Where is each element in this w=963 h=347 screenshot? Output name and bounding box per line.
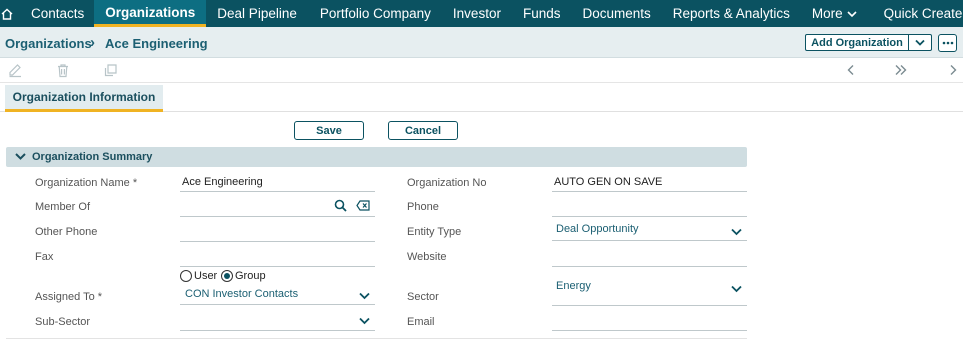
top-nav: Contacts Organizations Deal Pipeline Por… <box>0 0 963 27</box>
delete-icon[interactable] <box>55 62 71 78</box>
nav-label: Portfolio Company <box>319 6 431 21</box>
nav-organizations[interactable]: Organizations <box>94 0 207 27</box>
chevron-down-icon[interactable] <box>359 316 370 328</box>
org-no-field: AUTO GEN ON SAVE <box>552 175 747 192</box>
phone-field[interactable] <box>552 198 747 217</box>
nav-label: Organizations <box>105 4 196 20</box>
section-organization-summary[interactable]: Organization Summary <box>6 147 747 167</box>
nav-label: Funds <box>522 6 561 21</box>
nav-label: Contacts <box>31 6 85 21</box>
chevron-down-icon <box>847 6 857 21</box>
duplicate-icon[interactable] <box>102 62 118 78</box>
nav-investor[interactable]: Investor <box>442 0 512 27</box>
other-phone-label: Other Phone <box>35 226 98 238</box>
clear-icon[interactable] <box>356 200 370 214</box>
chevron-down-icon[interactable] <box>731 284 742 296</box>
cancel-button[interactable]: Cancel <box>388 121 458 140</box>
next-record-icon[interactable] <box>945 62 961 78</box>
org-no-label: Organization No <box>407 177 487 189</box>
nav-label: Reports & Analytics <box>672 6 790 21</box>
org-no-value: AUTO GEN ON SAVE <box>554 176 663 188</box>
assign-user-radio[interactable]: User <box>180 270 217 282</box>
org-name-field[interactable]: Ace Engineering <box>180 175 375 192</box>
breadcrumb-separator: › <box>90 34 95 51</box>
chevron-down-icon[interactable] <box>909 35 931 50</box>
section-title: Organization Summary <box>32 151 153 163</box>
home-icon[interactable] <box>0 0 14 27</box>
search-icon[interactable] <box>334 199 347 215</box>
add-organization-label[interactable]: Add Organization <box>806 35 909 50</box>
radio-circle[interactable] <box>180 270 192 282</box>
sector-label: Sector <box>407 291 439 303</box>
assign-group-label: Group <box>235 270 266 282</box>
breadcrumb-record: Ace Engineering <box>105 36 208 51</box>
entity-type-label: Entity Type <box>407 226 462 238</box>
assign-user-label: User <box>194 270 218 282</box>
edit-icon[interactable] <box>7 62 23 78</box>
add-organization-button[interactable]: Add Organization <box>805 34 932 51</box>
last-record-icon[interactable] <box>893 62 909 78</box>
org-name-value: Ace Engineering <box>182 176 263 188</box>
sector-value: Energy <box>556 280 591 292</box>
nav-deal-pipeline[interactable]: Deal Pipeline <box>206 0 309 27</box>
org-name-label: Organization Name * <box>35 177 138 189</box>
nav-contacts[interactable]: Contacts <box>14 0 94 27</box>
phone-label: Phone <box>407 201 439 213</box>
sector-select[interactable]: Energy <box>552 275 747 306</box>
chevron-down-icon <box>15 152 26 164</box>
other-phone-field[interactable] <box>180 223 375 242</box>
tab-label: Organization Information <box>12 90 156 104</box>
website-label: Website <box>407 251 447 263</box>
more-options-icon[interactable] <box>938 34 957 52</box>
section-divider <box>6 338 747 339</box>
nav-label: Quick Create <box>883 6 963 21</box>
sub-sector-label: Sub-Sector <box>35 316 91 328</box>
entity-type-value: Deal Opportunity <box>556 223 639 235</box>
fax-field[interactable] <box>180 248 375 267</box>
nav-funds[interactable]: Funds <box>512 0 572 27</box>
website-field[interactable] <box>552 248 747 267</box>
nav-label: Documents <box>582 6 651 21</box>
fax-label: Fax <box>35 251 54 263</box>
nav-portfolio-company[interactable]: Portfolio Company <box>309 0 442 27</box>
tab-organization-information[interactable]: Organization Information <box>5 85 163 112</box>
assigned-to-select[interactable]: CON Investor Contacts <box>180 285 375 305</box>
entity-type-select[interactable]: Deal Opportunity <box>552 219 747 241</box>
chevron-down-icon[interactable] <box>731 227 742 239</box>
nav-quick-create[interactable]: Quick Create <box>868 0 963 27</box>
nav-label: Deal Pipeline <box>217 6 297 21</box>
nav-more[interactable]: More <box>801 0 868 27</box>
breadcrumb-module[interactable]: Organizations <box>5 36 92 51</box>
nav-label: More <box>811 6 843 21</box>
assigned-to-value: CON Investor Contacts <box>185 288 299 300</box>
chevron-down-icon[interactable] <box>359 291 370 303</box>
sub-sector-select[interactable] <box>180 311 375 331</box>
email-field[interactable] <box>552 312 747 331</box>
assign-group-radio[interactable]: Group <box>221 270 266 282</box>
assigned-to-label: Assigned To * <box>35 291 103 303</box>
member-of-label: Member Of <box>35 201 91 213</box>
save-button[interactable]: Save <box>294 121 364 140</box>
radio-circle[interactable] <box>221 270 233 282</box>
member-of-field[interactable] <box>180 198 375 217</box>
nav-label: Investor <box>452 6 501 21</box>
email-label: Email <box>407 316 435 328</box>
previous-record-icon[interactable] <box>843 62 859 78</box>
nav-reports-analytics[interactable]: Reports & Analytics <box>662 0 801 27</box>
nav-documents[interactable]: Documents <box>571 0 661 27</box>
